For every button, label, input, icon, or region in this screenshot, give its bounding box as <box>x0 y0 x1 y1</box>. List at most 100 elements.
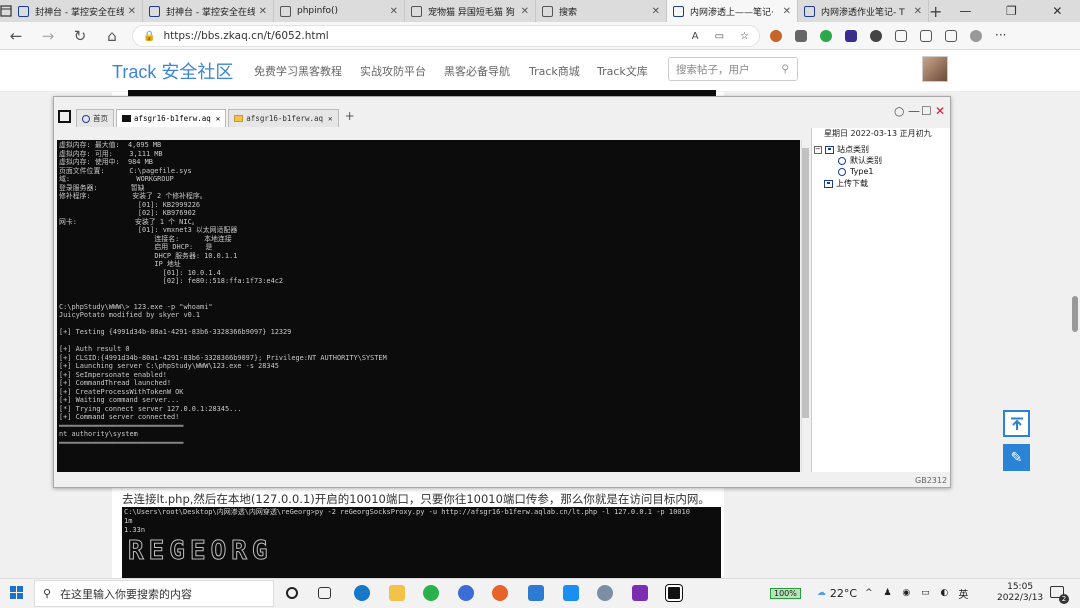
tree-item-upload[interactable]: 上传下载 <box>824 178 868 189</box>
tool-tab-filemanager[interactable]: afsgr16-b1ferw.aq ✕ <box>228 109 339 127</box>
tree-item-default-label: 默认类别 <box>850 156 882 165</box>
collections-icon[interactable] <box>945 30 957 42</box>
browser-tab[interactable]: 封神台 - 掌控安全在线 ✕ <box>143 0 274 22</box>
onenote-icon[interactable] <box>632 585 648 601</box>
home-icon[interactable]: ⌂ <box>96 27 128 45</box>
terminal-line: JuicyPotato modified by skyer v0.1 <box>59 311 201 319</box>
tab-favicon-icon <box>542 5 553 17</box>
browser-tab[interactable]: 宠物猫 异国短毛猫 狗 ✕ <box>405 0 536 22</box>
terminal-line: [*] Trying connect server 127.0.0.1:2834… <box>59 404 242 413</box>
browser-tab[interactable]: 内网渗透上——笔记· ✕ <box>667 0 798 22</box>
terminal-line: [01]: vmxnet3 以太网适配器 <box>59 226 238 234</box>
edge-icon[interactable] <box>354 585 370 601</box>
search-icon[interactable]: ⚲ <box>781 63 789 75</box>
maximize-icon[interactable]: ❐ <box>988 0 1034 22</box>
close-tab-icon[interactable]: ✕ <box>390 6 398 17</box>
firefox-icon[interactable] <box>492 585 508 601</box>
tab-favicon-icon <box>411 5 422 17</box>
close-tab-icon[interactable]: ✕ <box>216 114 221 123</box>
nav-track-store[interactable]: Track商城 <box>529 63 580 79</box>
close-tab-icon[interactable]: ✕ <box>328 114 333 123</box>
favorite-icon[interactable]: ☆ <box>740 31 749 42</box>
terminal-scroll-thumb[interactable] <box>802 148 809 418</box>
cmd-line-2: 1m <box>124 517 133 525</box>
close-tab-icon[interactable]: ✕ <box>521 6 529 17</box>
tool-tab-home[interactable]: 首页 <box>76 109 114 127</box>
site-logo[interactable]: Track 安全社区 <box>112 58 233 84</box>
wechat-icon[interactable] <box>423 585 439 601</box>
refresh-icon[interactable]: ↻ <box>64 27 96 45</box>
close-window-icon[interactable]: ✕ <box>1034 0 1080 22</box>
tree-item-type1[interactable]: Type1 <box>838 167 873 176</box>
app-icon-blue[interactable] <box>563 585 579 601</box>
virtual-terminal[interactable]: 虚拟内存: 最大值: 4,095 MB 虚拟内存: 可用: 3,111 MB 虚拟内… <box>57 140 800 472</box>
back-icon[interactable]: ← <box>0 27 32 45</box>
browser-tab[interactable]: phpinfo() ✕ <box>274 0 405 22</box>
cmd-line-3: 1.33n <box>124 526 146 534</box>
close-tab-icon[interactable]: ✕ <box>259 6 267 17</box>
extension-icon-5[interactable] <box>870 30 882 42</box>
battery-icon[interactable]: 100% <box>770 587 801 599</box>
nav-free-tutorials[interactable]: 免费学习黑客教程 <box>254 63 342 79</box>
site-search-input[interactable]: 搜索帖子，用户 ⚲ <box>668 57 798 81</box>
extension-icon-2[interactable] <box>795 30 807 42</box>
task-view-icon[interactable] <box>318 587 331 599</box>
ime-label[interactable]: 英 <box>958 586 968 601</box>
browser-tab[interactable]: 内网渗透作业笔记- T ✕ <box>798 0 929 22</box>
address-bar[interactable]: 🔒 https://bbs.zkaq.cn/t/6052.html A ▭ ☆ <box>132 25 760 47</box>
lark-icon[interactable] <box>458 585 474 601</box>
taskbar-search-input[interactable]: ⚲ 在这里输入你要搜索的内容 <box>34 580 274 607</box>
new-tab-button[interactable]: + <box>929 0 942 22</box>
forward-icon[interactable]: → <box>32 27 64 45</box>
nav-hacker-navigation[interactable]: 黑客必备导航 <box>444 63 510 79</box>
tool-maximize-icon[interactable]: ☐ <box>921 104 932 118</box>
mail-icon[interactable] <box>528 585 544 601</box>
tray-icons[interactable]: ^ ♟ ◉ ▭ ◐ <box>865 588 952 598</box>
browser-tab[interactable]: 搜索 ✕ <box>536 0 667 22</box>
read-aloud-icon[interactable]: A <box>692 31 699 42</box>
tool-minimize-icon[interactable]: — <box>908 104 920 118</box>
tool-close-icon[interactable]: ✕ <box>935 104 945 118</box>
tool-tab-terminal[interactable]: afsgr16-b1ferw.aq ✕ <box>116 109 227 127</box>
tool-restore-icon[interactable]: ○ <box>894 104 904 118</box>
tree-item-default[interactable]: 默认类别 <box>838 155 882 166</box>
extension-icon-3[interactable] <box>820 30 832 42</box>
temperature-label[interactable]: 22°C <box>830 587 857 600</box>
tab-title: 内网渗透上——笔记· <box>690 7 774 18</box>
minimize-icon[interactable]: — <box>942 0 988 22</box>
collapse-icon[interactable]: − <box>814 145 822 154</box>
close-tab-icon[interactable]: ✕ <box>783 6 791 17</box>
nav-attack-defense[interactable]: 实战攻防平台 <box>360 63 426 79</box>
close-tab-icon[interactable]: ✕ <box>914 6 922 17</box>
system-clock[interactable]: 15:05 2022/3/13 <box>997 582 1043 604</box>
windows-start-icon[interactable] <box>10 586 24 600</box>
edit-button[interactable]: ✎ <box>1003 444 1030 471</box>
extension-icon-1[interactable] <box>770 30 782 42</box>
tab-title: 封神台 - 掌控安全在线 <box>35 7 124 18</box>
user-avatar[interactable] <box>922 56 948 82</box>
extensions-icon[interactable] <box>895 30 907 42</box>
profile-icon[interactable] <box>970 30 982 42</box>
terminal-app-icon[interactable] <box>665 584 683 602</box>
cortana-icon[interactable] <box>286 587 298 599</box>
page-scrollbar[interactable] <box>1072 296 1078 332</box>
tree-root-sites[interactable]: − 站点类别 <box>814 144 869 155</box>
favorites-icon[interactable] <box>920 30 932 42</box>
tab-actions-icon[interactable] <box>0 0 12 22</box>
more-menu-icon[interactable]: ··· <box>995 29 1006 42</box>
folder-icon <box>234 115 244 122</box>
terminal-line: DHCP 服务器: 10.0.1.1 <box>59 251 238 260</box>
tool-new-tab-button[interactable]: + <box>345 109 355 123</box>
close-tab-icon[interactable]: ✕ <box>128 6 136 17</box>
reader-mode-icon[interactable]: ▭ <box>715 31 724 42</box>
app-icon-gray[interactable] <box>597 585 613 601</box>
file-explorer-icon[interactable] <box>389 585 405 601</box>
tool-tab-terminal-label: afsgr16-b1ferw.aq <box>134 114 211 123</box>
browser-tab[interactable]: 封神台 - 掌控安全在线 ✕ <box>12 0 143 22</box>
encoding-label[interactable]: GB2312 <box>915 476 947 485</box>
back-to-top-button[interactable] <box>1003 410 1030 437</box>
nav-track-library[interactable]: Track文库 <box>597 63 648 79</box>
extension-icon-4[interactable] <box>845 30 857 42</box>
close-tab-icon[interactable]: ✕ <box>652 6 660 17</box>
